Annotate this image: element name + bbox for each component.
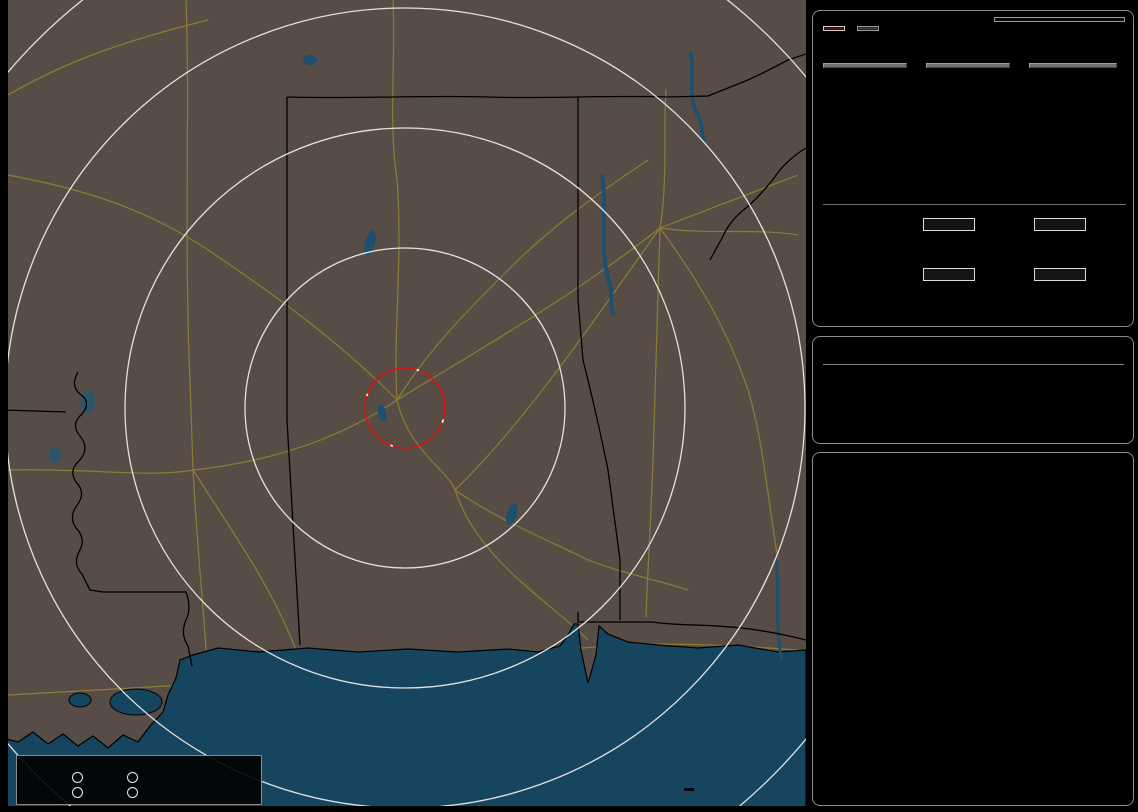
strike-map[interactable] <box>8 0 806 806</box>
close-per-min-value <box>926 68 1010 106</box>
lightning-distribution <box>823 201 1126 314</box>
cloud-ground-row <box>823 214 1126 235</box>
cloud-ground-counts <box>823 235 1126 257</box>
app-window: { "map": { "ring_labels": ["313", "219",… <box>0 0 1138 812</box>
ic-plus-bar <box>923 268 976 281</box>
legend-recent-row <box>21 771 261 787</box>
legend-header-row <box>21 757 261 772</box>
circle-minus-icon <box>72 771 84 783</box>
cg-minus-bar <box>1033 218 1086 231</box>
strikes-per-min-value <box>823 68 907 106</box>
cg-plus-bar <box>923 218 976 231</box>
noise-toggle-button[interactable] <box>857 26 880 31</box>
intracloud-counts <box>823 285 1126 307</box>
circle-plus-icon <box>126 786 138 798</box>
strike-stats-panel <box>812 10 1134 327</box>
circle-plus-icon <box>126 771 138 783</box>
trend-graph <box>819 537 1131 795</box>
rate-counters <box>823 63 1125 116</box>
noises-per-min-value <box>1029 68 1117 106</box>
map-legend <box>16 755 262 805</box>
distribution-title <box>823 201 1126 205</box>
strike-toggle-button[interactable] <box>823 26 845 31</box>
copyright-text <box>684 788 694 791</box>
legend-old-row <box>21 786 261 802</box>
map-canvas[interactable] <box>8 0 806 806</box>
bearing-readout <box>994 17 1125 22</box>
trend-panel <box>812 452 1134 806</box>
intracloud-row <box>823 264 1126 285</box>
settings-panel <box>812 336 1134 444</box>
divider <box>823 364 1124 365</box>
circle-minus-icon <box>72 786 84 798</box>
ic-minus-bar <box>1033 268 1086 281</box>
